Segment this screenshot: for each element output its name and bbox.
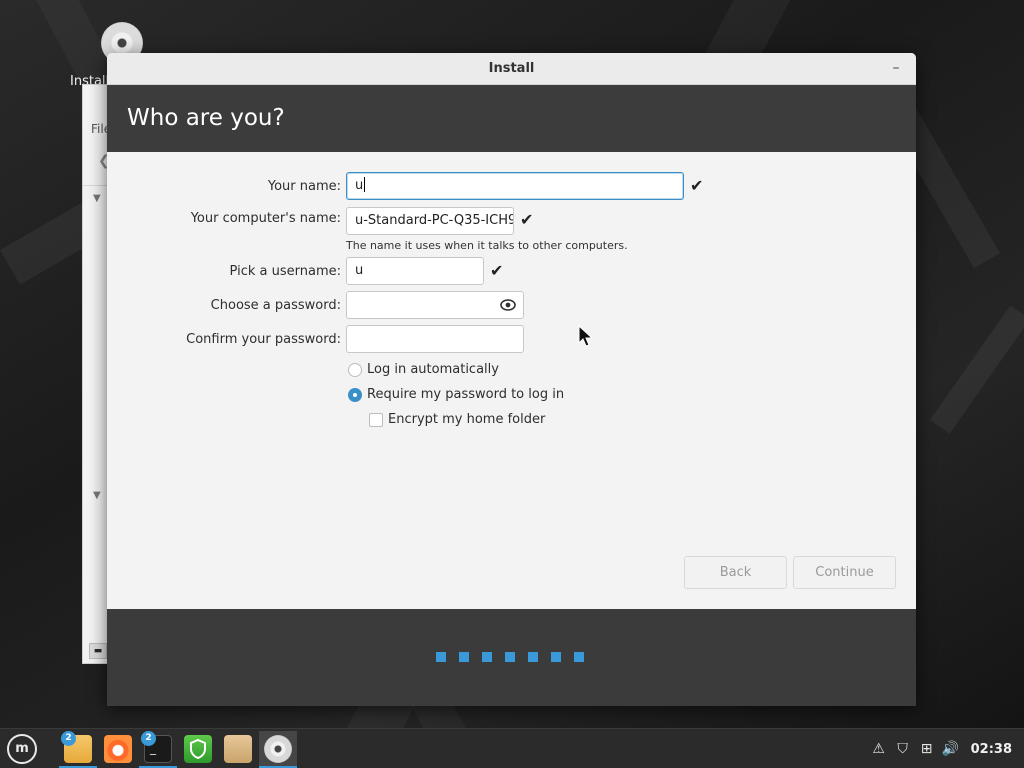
username-input[interactable]: u (346, 257, 484, 285)
taskbar-files[interactable]: 2 (59, 731, 97, 768)
progress-dot (551, 652, 561, 662)
minimize-button[interactable]: – (888, 59, 904, 77)
require-password-label: Require my password to log in (367, 387, 565, 402)
mouse-pointer-icon (578, 325, 594, 347)
chevron-down-icon[interactable]: ▼ (93, 490, 101, 501)
checkmark-icon: ✔ (690, 176, 704, 195)
taskbar-firefox[interactable] (99, 731, 137, 767)
network-icon[interactable]: ⊞ (918, 740, 936, 758)
notification-badge: 2 (141, 731, 156, 746)
install-window: Install – Who are you? Your name: u ✔ Yo… (107, 53, 916, 706)
password-label: Choose a password: (210, 298, 341, 313)
update-icon[interactable]: ⚠ (870, 740, 888, 758)
disc-icon (264, 735, 292, 763)
progress-dot (528, 652, 538, 662)
taskbar-warpinator[interactable] (179, 731, 217, 767)
checkmark-icon: ✔ (490, 261, 504, 280)
computer-name-value: u-Standard-PC-Q35-ICH9 (355, 213, 514, 228)
firefox-icon (104, 735, 132, 763)
encrypt-home-label: Encrypt my home folder (388, 412, 546, 427)
encrypt-home-option[interactable]: Encrypt my home folder (369, 412, 545, 427)
checkbox[interactable] (369, 412, 383, 427)
back-button[interactable]: Back (684, 556, 787, 589)
shield-icon (184, 735, 212, 763)
eye-icon[interactable] (500, 298, 516, 312)
continue-button[interactable]: Continue (793, 556, 896, 589)
taskbar-terminal[interactable]: 2 _ (139, 731, 177, 768)
name-value: u (355, 178, 364, 193)
confirm-password-input[interactable] (346, 325, 524, 353)
taskbar-installer[interactable] (259, 731, 297, 768)
name-input[interactable]: u (346, 172, 684, 200)
mint-menu-icon[interactable]: m (7, 734, 37, 764)
radio-button[interactable] (348, 387, 362, 402)
folder-icon[interactable]: ▬ (89, 643, 107, 659)
archive-icon (224, 735, 252, 763)
progress-dot (459, 652, 469, 662)
progress-dot (574, 652, 584, 662)
page-title: Who are you? (127, 105, 285, 131)
login-automatically-option[interactable]: Log in automatically (348, 362, 499, 377)
progress-dot (482, 652, 492, 662)
checkmark-icon: ✔ (520, 210, 534, 229)
username-label: Pick a username: (229, 264, 341, 279)
name-label: Your name: (267, 179, 341, 194)
computer-name-hint: The name it uses when it talks to other … (346, 239, 628, 252)
text-caret (364, 177, 366, 192)
require-password-option[interactable]: Require my password to log in (348, 387, 564, 402)
system-tray: ⚠ ⛉ ⊞ 🔊 02:38 (867, 729, 1024, 768)
radio-button[interactable] (348, 362, 362, 377)
titlebar[interactable]: Install – (107, 53, 916, 85)
taskbar: m 2 2 _ ⚠ ⛉ ⊞ 🔊 02:38 (0, 728, 1024, 768)
password-input[interactable] (346, 291, 524, 319)
window-title: Install (488, 61, 535, 76)
progress-dot (505, 652, 515, 662)
chevron-down-icon[interactable]: ▼ (93, 193, 101, 204)
login-automatically-label: Log in automatically (367, 362, 499, 377)
notification-badge: 2 (61, 731, 76, 746)
username-value: u (355, 263, 364, 278)
progress-indicator (436, 652, 584, 662)
clock[interactable]: 02:38 (971, 742, 1012, 757)
footer-band (107, 609, 916, 706)
computer-name-label: Your computer's name: (190, 211, 341, 226)
confirm-password-label: Confirm your password: (186, 332, 341, 347)
shield-icon[interactable]: ⛉ (894, 740, 912, 758)
header-band: Who are you? (107, 85, 916, 152)
volume-icon[interactable]: 🔊 (942, 740, 960, 758)
computer-name-input[interactable]: u-Standard-PC-Q35-ICH9 (346, 207, 514, 235)
taskbar-archive[interactable] (219, 731, 257, 767)
progress-dot (436, 652, 446, 662)
